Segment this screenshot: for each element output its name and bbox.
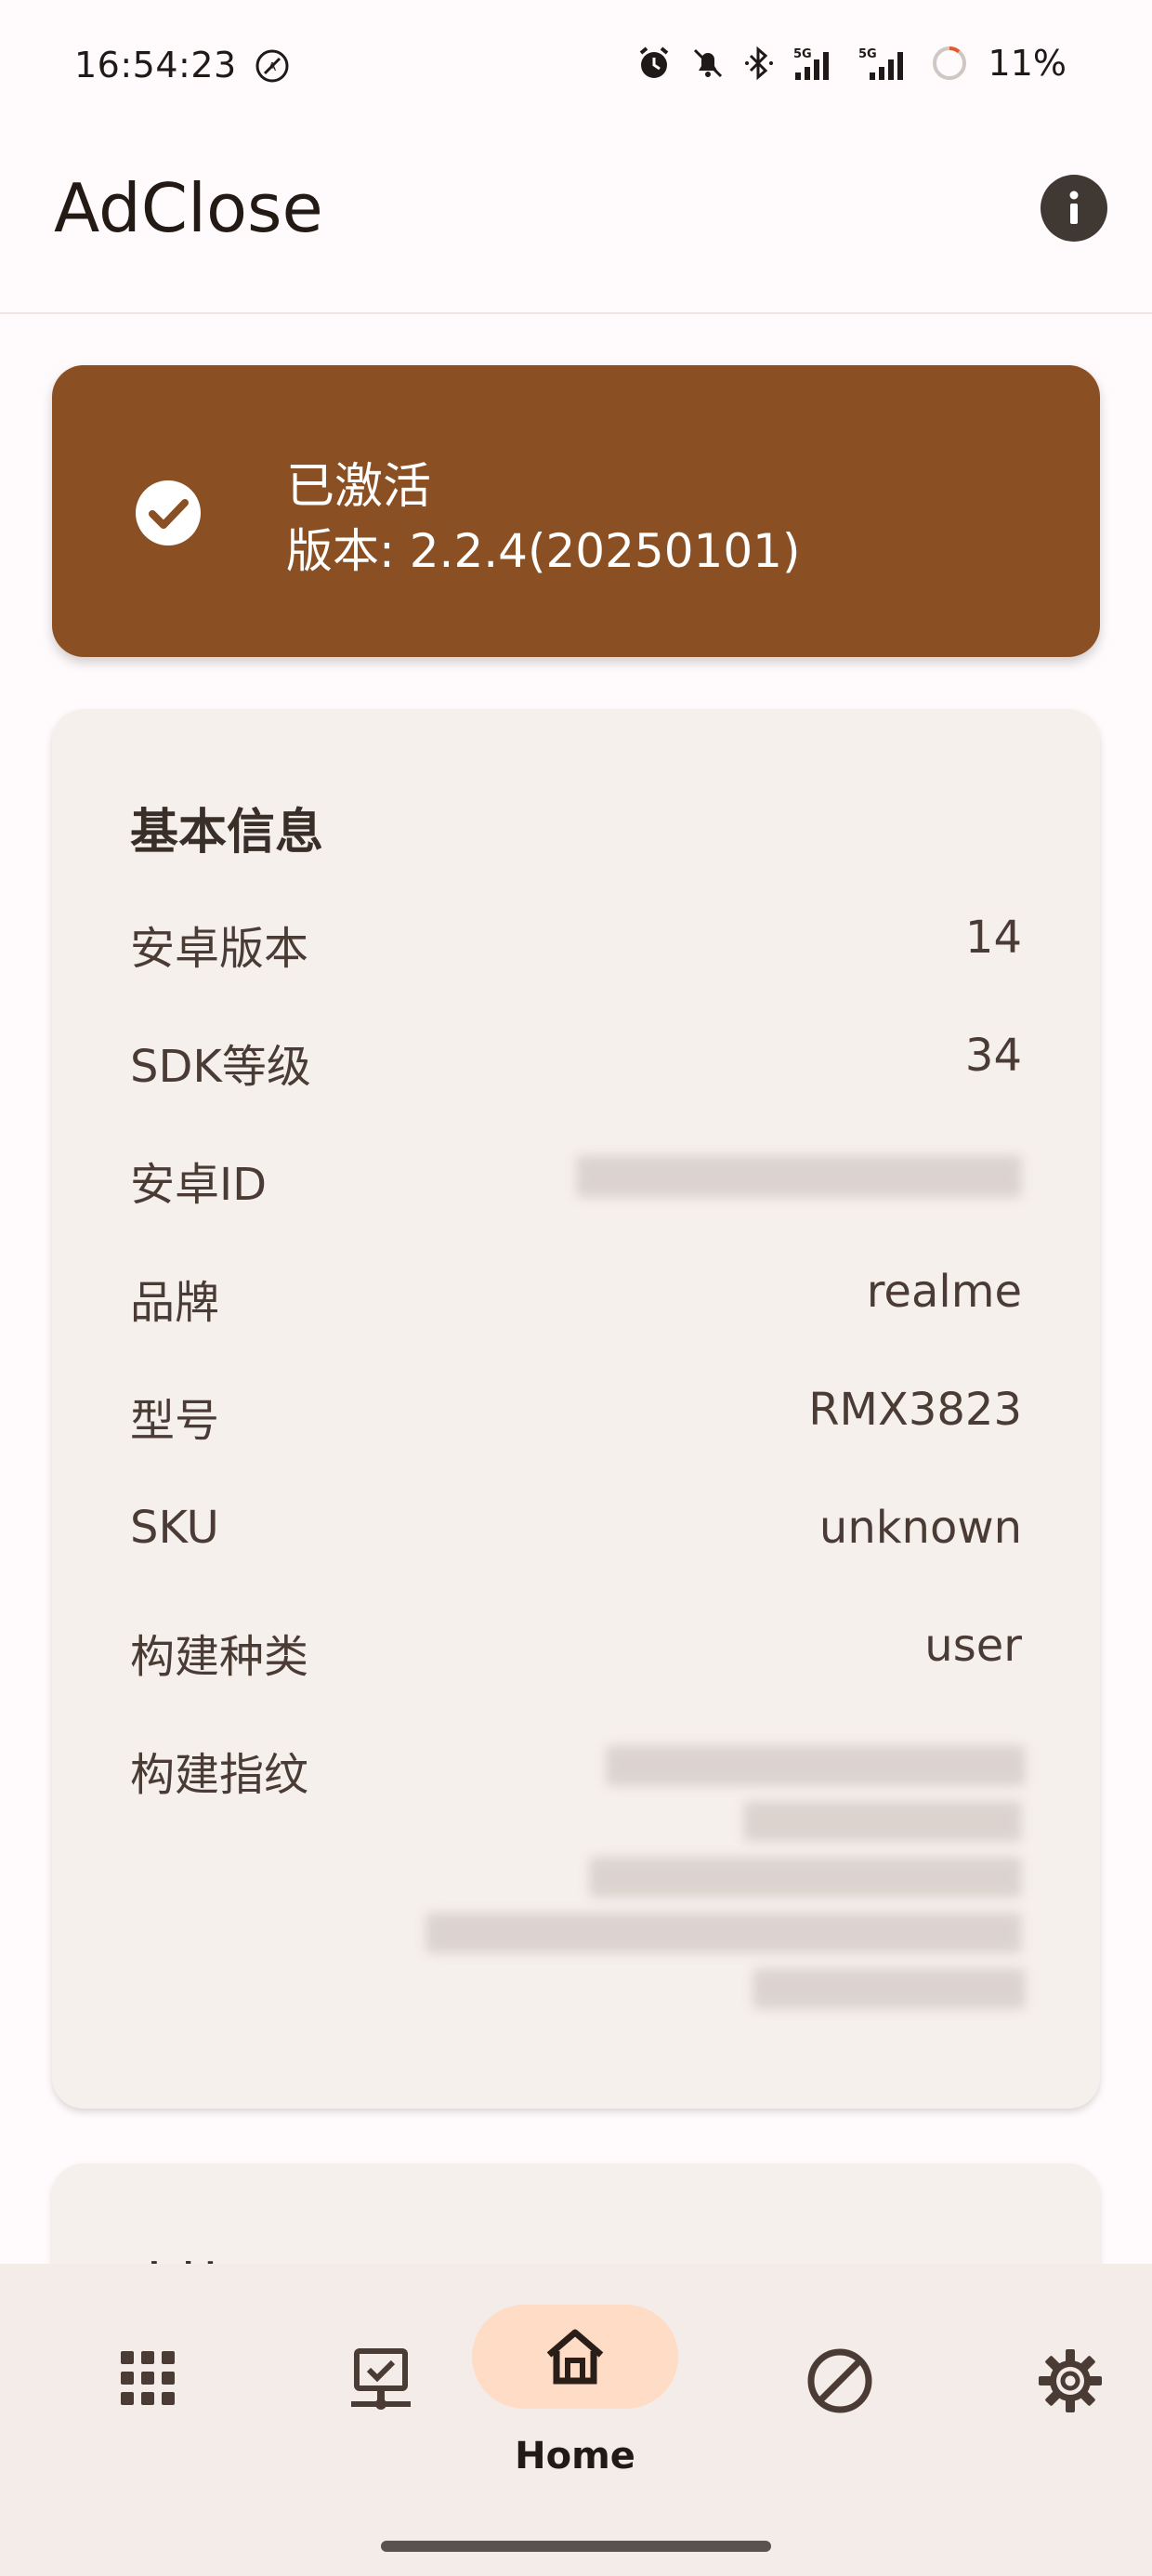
apps-grid-icon: [121, 2351, 175, 2405]
status-icons: 5G 5G 11%: [635, 43, 1067, 84]
row-value: realme: [866, 1266, 1022, 1318]
info-row-sku: SKU unknown: [130, 1502, 1022, 1567]
check-circle-icon: [136, 480, 201, 545]
bottom-navigation: Home: [0, 2264, 1152, 2576]
basic-info-card: 基本信息 安卓版本 14 SDK等级 34 安卓ID 品牌 realme 型号 …: [52, 709, 1100, 2109]
nav-item-apps[interactable]: [54, 2318, 240, 2466]
info-row-brand: 品牌 realme: [130, 1266, 1022, 1331]
row-value: unknown: [818, 1502, 1022, 1554]
info-row-android-id: 安卓ID: [130, 1148, 1022, 1213]
row-label: 安卓版本: [130, 923, 309, 975]
bluetooth-icon: [744, 46, 773, 81]
nav-item-device[interactable]: [284, 2318, 470, 2466]
redacted-value: [606, 1745, 1026, 1786]
row-label: 构建种类: [130, 1631, 309, 1683]
row-value: RMX3823: [808, 1384, 1022, 1436]
row-value: user: [924, 1620, 1022, 1672]
gesture-bar[interactable]: [381, 2541, 771, 2552]
app-title: AdClose: [54, 169, 323, 247]
activation-status: 已激活: [286, 459, 432, 515]
row-label: 品牌: [130, 1277, 220, 1329]
block-icon: [807, 2348, 872, 2413]
info-row-build-fingerprint: 构建指纹: [130, 1738, 1026, 2017]
bell-off-icon: [693, 48, 722, 78]
signal-icon: 5G: [858, 47, 903, 80]
info-button[interactable]: [1041, 175, 1107, 242]
info-row-android-version: 安卓版本 14: [130, 912, 1022, 977]
info-row-model: 型号 RMX3823: [130, 1384, 1022, 1449]
redacted-value: [425, 1912, 1022, 1953]
row-label: 安卓ID: [130, 1159, 268, 1211]
settings-icon: [1039, 2349, 1102, 2412]
row-label: SDK等级: [130, 1041, 311, 1093]
status-bar: 16:54:23 A 5G 5G 11%: [0, 0, 1152, 139]
row-label: SKU: [130, 1502, 219, 1554]
alarm-icon: [639, 46, 668, 78]
nav-home-label[interactable]: Home: [472, 2435, 678, 2477]
redacted-value: [576, 1155, 1022, 1198]
info-row-build-type: 构建种类 user: [130, 1620, 1022, 1685]
activation-version: 版本: 2.2.4(20250101): [286, 524, 801, 578]
info-icon: [1069, 191, 1079, 224]
row-value: 34: [964, 1030, 1022, 1082]
svg-text:A: A: [268, 60, 277, 73]
row-label: 型号: [130, 1395, 220, 1447]
app-bar: AdClose: [0, 139, 1152, 314]
status-time: 16:54:23: [74, 45, 237, 85]
vpn-icon: A: [255, 49, 289, 83]
nav-item-block[interactable]: [743, 2318, 929, 2466]
battery-icon: [932, 46, 966, 80]
nav-item-settings[interactable]: [974, 2318, 1152, 2466]
signal-icon: 5G: [793, 47, 829, 80]
svg-text:5G: 5G: [793, 47, 812, 61]
nav-item-home[interactable]: [472, 2305, 678, 2409]
row-label: 构建指纹: [130, 1749, 309, 1801]
redacted-value: [753, 1968, 1026, 2009]
svg-text:5G: 5G: [858, 47, 877, 61]
redacted-value: [743, 1801, 1022, 1842]
card-title: 基本信息: [130, 805, 324, 861]
info-row-sdk-level: SDK等级 34: [130, 1030, 1022, 1095]
device-check-icon: [351, 2348, 411, 2410]
row-value: 14: [964, 912, 1022, 964]
redacted-value: [589, 1857, 1022, 1898]
activation-card[interactable]: 已激活 版本: 2.2.4(20250101): [52, 365, 1100, 657]
battery-percent: 11%: [988, 43, 1067, 84]
home-icon: [546, 2329, 604, 2385]
